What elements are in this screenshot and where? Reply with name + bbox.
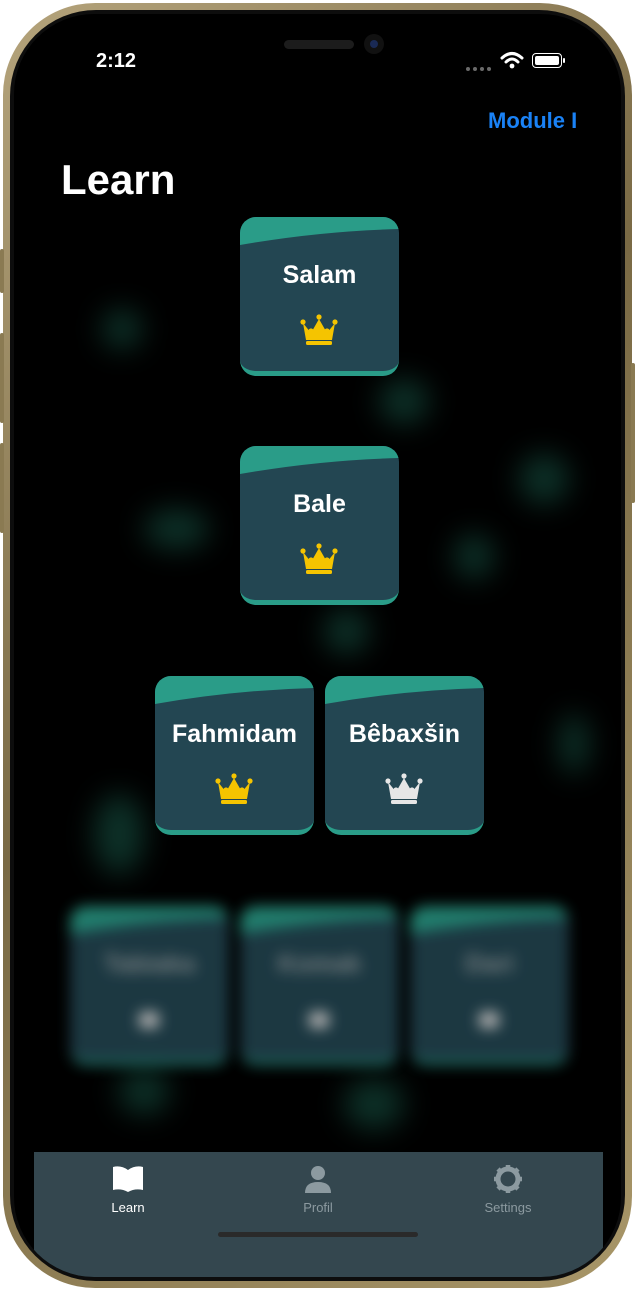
bg-glow — [379, 379, 429, 424]
lesson-card-label: Salam — [282, 261, 357, 289]
lesson-card-fahmidam[interactable]: Fahmidam — [155, 676, 314, 835]
tab-settings[interactable]: Settings — [448, 1152, 568, 1232]
lesson-card-label: Fahmidam — [171, 720, 298, 748]
volume-up-button — [0, 333, 4, 423]
lock-icon — [309, 1012, 329, 1028]
bg-glow — [94, 794, 144, 874]
tab-bar: Learn Profil Settings — [34, 1152, 603, 1277]
lock-icon — [139, 1012, 159, 1028]
lesson-card-locked: Komak — [240, 906, 399, 1065]
tab-profil[interactable]: Profil — [258, 1152, 378, 1232]
gear-icon — [494, 1165, 522, 1193]
card-cap — [240, 906, 399, 934]
bg-glow — [324, 609, 369, 654]
lock-icon — [479, 1012, 499, 1028]
card-cap — [70, 906, 229, 934]
lesson-card-salam[interactable]: Salam — [240, 217, 399, 376]
lesson-card-label: Tabiaka — [103, 950, 196, 978]
card-cap — [325, 676, 484, 704]
wifi-icon — [500, 52, 524, 69]
lesson-card-bebaxsin[interactable]: Bêbaxšin — [325, 676, 484, 835]
lesson-card-label: Komak — [277, 950, 362, 978]
bg-glow — [519, 454, 569, 504]
crown-icon — [215, 773, 253, 804]
battery-icon — [532, 53, 565, 68]
mute-switch — [0, 249, 4, 293]
bg-glow — [119, 1069, 169, 1114]
lesson-card-label: Dari — [465, 950, 514, 978]
lesson-card-label: Bêbaxšin — [348, 720, 461, 748]
tab-profil-label: Profil — [303, 1200, 333, 1215]
home-indicator — [218, 1232, 418, 1237]
card-cap — [240, 446, 399, 474]
status-time: 2:12 — [96, 50, 137, 72]
lesson-card-label: Bale — [293, 490, 346, 518]
bg-glow — [344, 1079, 404, 1129]
lesson-card-bale[interactable]: Bale — [240, 446, 399, 605]
person-icon — [305, 1166, 331, 1193]
bg-glow — [102, 309, 142, 349]
screen: 2:12 Module I Learn Salam Bale Fahmidam … — [14, 14, 621, 1277]
lesson-card-locked: Dari — [410, 906, 569, 1065]
book-icon — [113, 1166, 143, 1192]
crown-icon — [300, 314, 338, 345]
power-button — [631, 363, 635, 503]
front-camera — [364, 34, 384, 54]
volume-down-button — [0, 443, 4, 533]
bg-glow — [454, 534, 494, 579]
tab-learn[interactable]: Learn — [68, 1152, 188, 1232]
module-selector-link[interactable]: Module I — [488, 108, 577, 134]
card-cap — [155, 676, 314, 704]
bg-glow — [144, 509, 209, 549]
card-cap — [240, 217, 399, 245]
bg-glow — [559, 714, 589, 774]
crown-icon — [385, 773, 423, 804]
cellular-signal-icon — [466, 67, 491, 71]
speaker-grille — [284, 40, 354, 49]
page-title: Learn — [61, 156, 176, 203]
card-cap — [410, 906, 569, 934]
lesson-card-locked: Tabiaka — [70, 906, 229, 1065]
crown-icon — [300, 543, 338, 574]
tab-settings-label: Settings — [484, 1200, 532, 1215]
tab-learn-label: Learn — [111, 1200, 145, 1215]
